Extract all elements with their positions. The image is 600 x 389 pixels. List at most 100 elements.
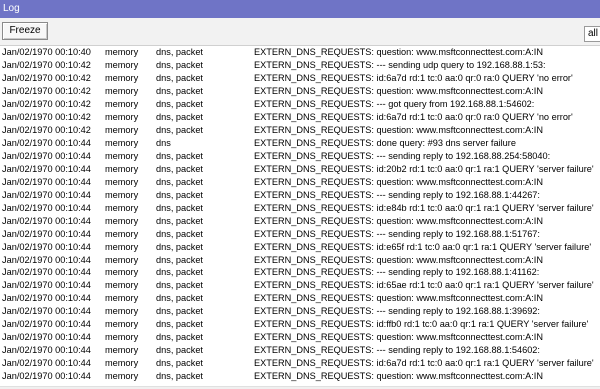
log-buffer: memory bbox=[105, 202, 139, 213]
log-message: EXTERN_DNS_REQUESTS: question: www.msftc… bbox=[254, 124, 543, 135]
log-row[interactable]: Jan/02/1970 00:10:44 memory dns EXTERN_D… bbox=[0, 137, 600, 150]
log-buffer: memory bbox=[105, 189, 139, 200]
log-row[interactable]: Jan/02/1970 00:10:44 memory dns, packet … bbox=[0, 344, 600, 357]
log-buffer: memory bbox=[105, 371, 139, 382]
log-buffer: memory bbox=[105, 345, 139, 356]
log-topics: dns, packet bbox=[156, 176, 203, 187]
log-time: Jan/02/1970 00:10:44 bbox=[2, 228, 91, 239]
log-topics: dns, packet bbox=[156, 47, 203, 57]
log-time: Jan/02/1970 00:10:44 bbox=[2, 332, 91, 343]
log-buffer: memory bbox=[105, 215, 139, 226]
log-topics: dns, packet bbox=[156, 98, 203, 109]
log-topics: dns, packet bbox=[156, 280, 203, 291]
log-buffer: memory bbox=[105, 319, 139, 330]
log-buffer: memory bbox=[105, 358, 139, 369]
log-row[interactable]: Jan/02/1970 00:10:42 memory dns, packet … bbox=[0, 124, 600, 137]
log-row[interactable]: Jan/02/1970 00:10:44 memory dns, packet … bbox=[0, 241, 600, 254]
log-row[interactable]: Jan/02/1970 00:10:42 memory dns, packet … bbox=[0, 98, 600, 111]
log-row[interactable]: Jan/02/1970 00:10:44 memory dns, packet … bbox=[0, 292, 600, 305]
log-time: Jan/02/1970 00:10:44 bbox=[2, 163, 91, 174]
log-message: EXTERN_DNS_REQUESTS: question: www.msftc… bbox=[254, 176, 543, 187]
log-row[interactable]: Jan/02/1970 00:10:44 memory dns, packet … bbox=[0, 176, 600, 189]
log-time: Jan/02/1970 00:10:42 bbox=[2, 59, 91, 70]
log-row[interactable]: Jan/02/1970 00:10:44 memory dns, packet … bbox=[0, 370, 600, 383]
log-row[interactable]: Jan/02/1970 00:10:44 memory dns, packet … bbox=[0, 357, 600, 370]
log-buffer: memory bbox=[105, 85, 139, 96]
log-topics: dns, packet bbox=[156, 202, 203, 213]
log-message: EXTERN_DNS_REQUESTS: question: www.msftc… bbox=[254, 293, 543, 304]
log-topics: dns, packet bbox=[156, 163, 203, 174]
log-row[interactable]: Jan/02/1970 00:10:44 memory dns, packet … bbox=[0, 331, 600, 344]
log-row[interactable]: Jan/02/1970 00:10:44 memory dns, packet … bbox=[0, 318, 600, 331]
log-row[interactable]: Jan/02/1970 00:10:42 memory dns, packet … bbox=[0, 111, 600, 124]
log-row[interactable]: Jan/02/1970 00:10:44 memory dns, packet … bbox=[0, 150, 600, 163]
log-time: Jan/02/1970 00:10:42 bbox=[2, 111, 91, 122]
log-buffer: memory bbox=[105, 111, 139, 122]
log-row[interactable]: Jan/02/1970 00:10:42 memory dns, packet … bbox=[0, 85, 600, 98]
log-buffer: memory bbox=[105, 163, 139, 174]
log-message: EXTERN_DNS_REQUESTS: done query: #93 dns… bbox=[254, 137, 516, 148]
log-time: Jan/02/1970 00:10:44 bbox=[2, 215, 91, 226]
log-buffer: memory bbox=[105, 228, 139, 239]
log-time: Jan/02/1970 00:10:44 bbox=[2, 202, 91, 213]
log-buffer: memory bbox=[105, 306, 139, 317]
log-message: EXTERN_DNS_REQUESTS: --- sending reply t… bbox=[254, 345, 540, 356]
log-list[interactable]: Jan/02/1970 00:10:40 memory dns, packet … bbox=[0, 46, 600, 386]
log-topics: dns, packet bbox=[156, 85, 203, 96]
log-topics: dns, packet bbox=[156, 254, 203, 265]
log-message: EXTERN_DNS_REQUESTS: --- got query from … bbox=[254, 98, 535, 109]
log-row[interactable]: Jan/02/1970 00:10:44 memory dns, packet … bbox=[0, 189, 600, 202]
filter-select[interactable]: all bbox=[584, 26, 600, 42]
log-topics: dns, packet bbox=[156, 358, 203, 369]
log-topics: dns, packet bbox=[156, 215, 203, 226]
log-buffer: memory bbox=[105, 280, 139, 291]
log-message: EXTERN_DNS_REQUESTS: question: www.msftc… bbox=[254, 47, 543, 57]
log-toolbar: Freeze all bbox=[0, 18, 600, 46]
log-time: Jan/02/1970 00:10:44 bbox=[2, 241, 91, 252]
log-message: EXTERN_DNS_REQUESTS: --- sending reply t… bbox=[254, 150, 551, 161]
log-time: Jan/02/1970 00:10:42 bbox=[2, 98, 91, 109]
log-row[interactable]: Jan/02/1970 00:10:44 memory dns, packet … bbox=[0, 202, 600, 215]
window-title: Log bbox=[3, 3, 20, 14]
log-row[interactable]: Jan/02/1970 00:10:40 memory dns, packet … bbox=[0, 46, 600, 59]
log-row[interactable]: Jan/02/1970 00:10:44 memory dns, packet … bbox=[0, 228, 600, 241]
log-time: Jan/02/1970 00:10:44 bbox=[2, 150, 91, 161]
log-message: EXTERN_DNS_REQUESTS: id:6a7d rd:1 tc:0 a… bbox=[254, 72, 573, 83]
log-topics: dns, packet bbox=[156, 228, 203, 239]
log-topics: dns, packet bbox=[156, 59, 203, 70]
log-time: Jan/02/1970 00:10:44 bbox=[2, 371, 91, 382]
log-row[interactable]: Jan/02/1970 00:10:44 memory dns, packet … bbox=[0, 266, 600, 279]
window-title-bar: Log bbox=[0, 0, 600, 18]
log-message: EXTERN_DNS_REQUESTS: id:65ae rd:1 tc:0 a… bbox=[254, 280, 594, 291]
log-buffer: memory bbox=[105, 72, 139, 83]
log-row[interactable]: Jan/02/1970 00:10:44 memory dns, packet … bbox=[0, 215, 600, 228]
log-buffer: memory bbox=[105, 254, 139, 265]
log-time: Jan/02/1970 00:10:44 bbox=[2, 267, 91, 278]
log-time: Jan/02/1970 00:10:44 bbox=[2, 189, 91, 200]
log-time: Jan/02/1970 00:10:44 bbox=[2, 345, 91, 356]
freeze-button[interactable]: Freeze bbox=[2, 22, 48, 40]
log-buffer: memory bbox=[105, 150, 139, 161]
log-time: Jan/02/1970 00:10:42 bbox=[2, 124, 91, 135]
log-buffer: memory bbox=[105, 267, 139, 278]
log-row[interactable]: Jan/02/1970 00:10:42 memory dns, packet … bbox=[0, 59, 600, 72]
log-time: Jan/02/1970 00:10:40 bbox=[2, 47, 91, 57]
log-row[interactable]: Jan/02/1970 00:10:44 memory dns, packet … bbox=[0, 305, 600, 318]
log-message: EXTERN_DNS_REQUESTS: question: www.msftc… bbox=[254, 215, 543, 226]
log-row[interactable]: Jan/02/1970 00:10:44 memory dns, packet … bbox=[0, 163, 600, 176]
log-row[interactable]: Jan/02/1970 00:10:42 memory dns, packet … bbox=[0, 72, 600, 85]
log-time: Jan/02/1970 00:10:42 bbox=[2, 85, 91, 96]
log-time: Jan/02/1970 00:10:44 bbox=[2, 176, 91, 187]
log-message: EXTERN_DNS_REQUESTS: question: www.msftc… bbox=[254, 371, 543, 382]
log-topics: dns, packet bbox=[156, 293, 203, 304]
log-buffer: memory bbox=[105, 124, 139, 135]
log-buffer: memory bbox=[105, 241, 139, 252]
log-time: Jan/02/1970 00:10:44 bbox=[2, 293, 91, 304]
log-time: Jan/02/1970 00:10:44 bbox=[2, 137, 91, 148]
log-topics: dns, packet bbox=[156, 241, 203, 252]
log-topics: dns, packet bbox=[156, 306, 203, 317]
log-buffer: memory bbox=[105, 293, 139, 304]
log-row[interactable]: Jan/02/1970 00:10:44 memory dns, packet … bbox=[0, 279, 600, 292]
log-time: Jan/02/1970 00:10:42 bbox=[2, 72, 91, 83]
log-row[interactable]: Jan/02/1970 00:10:44 memory dns, packet … bbox=[0, 254, 600, 267]
